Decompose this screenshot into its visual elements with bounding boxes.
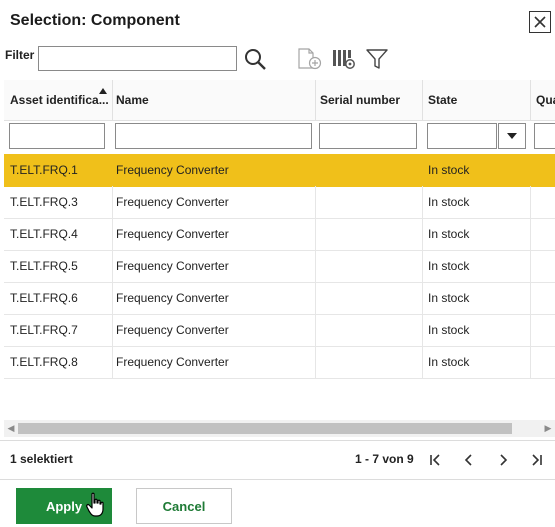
grid-filter-row	[4, 120, 555, 155]
previous-page-button[interactable]	[458, 450, 480, 470]
state-cell: In stock	[428, 227, 470, 241]
close-icon	[534, 16, 546, 28]
column-header-quantity[interactable]: Qua	[536, 80, 555, 120]
horizontal-scrollbar[interactable]: ◀ ▶	[4, 420, 555, 437]
status-bar: 1 selektiert 1 - 7 von 9	[0, 440, 555, 480]
name-cell: Frequency Converter	[116, 195, 229, 209]
search-icon	[245, 49, 266, 70]
state-cell: In stock	[428, 195, 470, 209]
scroll-right-arrow[interactable]: ▶	[541, 420, 555, 437]
name-filter-input[interactable]	[115, 123, 312, 149]
scroll-left-arrow[interactable]: ◀	[4, 420, 18, 437]
last-page-icon	[532, 454, 542, 466]
state-filter-dropdown[interactable]	[498, 123, 526, 149]
component-grid: Asset identifica... Name Serial number S…	[4, 80, 555, 440]
table-row[interactable]: T.ELT.FRQ.5 Frequency Converter In stock	[4, 250, 555, 283]
next-page-button[interactable]	[492, 450, 514, 470]
name-cell: Frequency Converter	[116, 323, 229, 337]
last-page-button[interactable]	[526, 450, 548, 470]
cancel-button[interactable]: Cancel	[136, 488, 232, 524]
sort-ascending-icon	[99, 88, 107, 94]
quantity-filter-input[interactable]	[534, 123, 555, 149]
scrollbar-thumb[interactable]	[18, 423, 512, 434]
column-header-name[interactable]: Name	[116, 80, 306, 120]
name-cell: Frequency Converter	[116, 291, 229, 305]
hand-cursor-icon	[86, 492, 104, 517]
asset-cell: T.ELT.FRQ.3	[10, 195, 78, 209]
name-cell: Frequency Converter	[116, 355, 229, 369]
asset-cell: T.ELT.FRQ.1	[10, 163, 78, 177]
serial-filter-input[interactable]	[319, 123, 417, 149]
state-cell: In stock	[428, 323, 470, 337]
state-filter-input[interactable]	[427, 123, 497, 149]
table-row[interactable]: T.ELT.FRQ.3 Frequency Converter In stock	[4, 186, 555, 219]
table-row[interactable]: T.ELT.FRQ.6 Frequency Converter In stock	[4, 282, 555, 315]
first-page-button[interactable]	[424, 450, 446, 470]
state-cell: In stock	[428, 163, 470, 177]
apply-button-label: Apply	[45, 498, 83, 514]
chevron-down-icon	[507, 133, 517, 139]
name-cell: Frequency Converter	[116, 259, 229, 273]
state-cell: In stock	[428, 259, 470, 273]
table-row[interactable]: T.ELT.FRQ.8 Frequency Converter In stock	[4, 346, 555, 379]
asset-cell: T.ELT.FRQ.5	[10, 259, 78, 273]
pager-range: 1 - 7 von 9	[355, 452, 414, 466]
asset-cell: T.ELT.FRQ.7	[10, 323, 78, 337]
state-cell: In stock	[428, 291, 470, 305]
asset-filter-input[interactable]	[9, 123, 105, 149]
cancel-button-label: Cancel	[162, 498, 206, 514]
table-row[interactable]: T.ELT.FRQ.4 Frequency Converter In stock	[4, 218, 555, 251]
column-settings-button[interactable]	[330, 46, 358, 72]
search-button[interactable]	[241, 46, 269, 72]
funnel-icon	[366, 49, 388, 69]
chevron-left-icon	[464, 454, 472, 466]
column-header-asset[interactable]: Asset identifica...	[10, 80, 110, 120]
table-row[interactable]: T.ELT.FRQ.7 Frequency Converter In stock	[4, 314, 555, 347]
column-settings-icon	[333, 50, 355, 69]
column-header-serial[interactable]: Serial number	[320, 80, 420, 120]
selected-count: 1 selektiert	[10, 452, 73, 466]
state-cell: In stock	[428, 355, 470, 369]
first-page-icon	[430, 454, 440, 466]
grid-header: Asset identifica... Name Serial number S…	[4, 80, 555, 121]
new-document-button[interactable]	[295, 46, 323, 72]
asset-cell: T.ELT.FRQ.8	[10, 355, 78, 369]
column-header-state[interactable]: State	[428, 80, 528, 120]
chevron-right-icon	[500, 454, 508, 466]
new-document-icon	[298, 48, 322, 70]
asset-cell: T.ELT.FRQ.4	[10, 227, 78, 241]
name-cell: Frequency Converter	[116, 163, 229, 177]
filter-funnel-button[interactable]	[363, 46, 391, 72]
name-cell: Frequency Converter	[116, 227, 229, 241]
close-button[interactable]	[529, 11, 551, 33]
filter-input[interactable]	[38, 46, 237, 71]
asset-cell: T.ELT.FRQ.6	[10, 291, 78, 305]
table-row[interactable]: T.ELT.FRQ.1 Frequency Converter In stock	[4, 154, 555, 187]
filter-label: Filter	[5, 48, 35, 62]
dialog-title: Selection: Component	[10, 12, 180, 29]
